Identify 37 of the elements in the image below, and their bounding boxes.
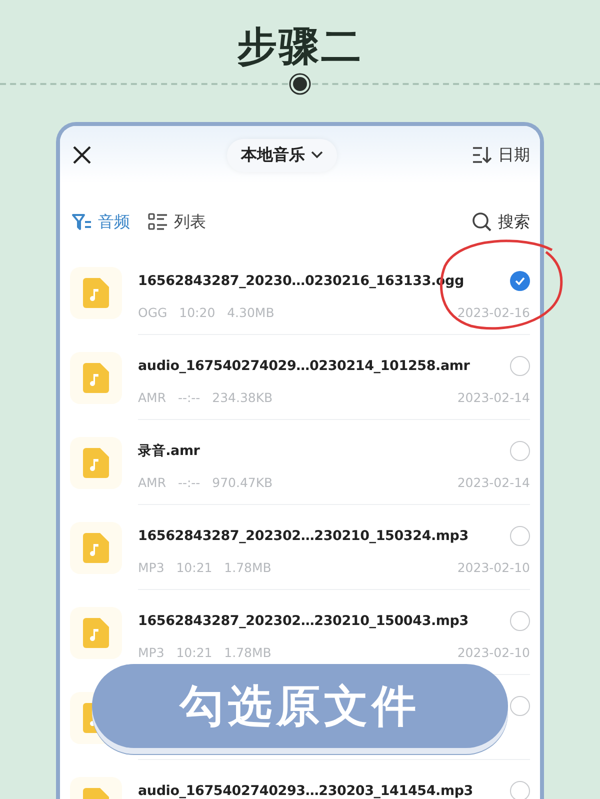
select-radio[interactable] xyxy=(510,526,530,546)
file-name: 录音.amr xyxy=(138,442,200,460)
file-meta: MP3 10:21 1.78MB xyxy=(138,560,272,575)
file-date: 2023-02-10 xyxy=(457,645,530,660)
step-heading: 步骤二 xyxy=(237,23,363,72)
view-tab[interactable]: 音频 xyxy=(72,212,130,232)
banner-text: 勾选原文件 xyxy=(180,680,420,734)
file-name: 16562843287_202302…230210_150324.mp3 xyxy=(138,528,468,544)
select-radio[interactable] xyxy=(510,611,530,631)
file-date: 2023-02-10 xyxy=(457,560,530,575)
file-meta: AMR --:-- 234.38KB xyxy=(138,390,273,405)
file-meta: AMR --:-- 970.47KB xyxy=(138,475,273,490)
file-date: 2023-02-16 xyxy=(457,305,530,320)
sort-icon xyxy=(472,146,492,164)
search-icon xyxy=(472,212,492,232)
select-radio[interactable] xyxy=(510,441,530,461)
search-button[interactable]: 搜索 xyxy=(472,212,530,232)
file-meta: OGG 10:20 4.30MB xyxy=(138,305,274,320)
chevron-down-icon xyxy=(311,151,323,159)
file-date: 2023-02-14 xyxy=(457,475,530,490)
list-icon xyxy=(148,213,168,231)
select-radio[interactable] xyxy=(510,271,530,291)
select-radio[interactable] xyxy=(510,696,530,716)
file-meta: MP3 10:21 1.78MB xyxy=(138,645,272,660)
select-radio[interactable] xyxy=(510,356,530,376)
sort-button[interactable]: 日期 xyxy=(472,144,530,166)
file-name: 16562843287_202302…230210_150043.mp3 xyxy=(138,613,468,629)
target-dot-icon xyxy=(289,73,311,95)
close-icon[interactable] xyxy=(72,145,92,165)
file-name: audio_1675402740293…230203_141454.mp3 xyxy=(138,783,473,799)
file-name: audio_167540274029…0230214_101258.amr xyxy=(138,358,470,374)
select-radio[interactable] xyxy=(510,781,530,799)
check-icon xyxy=(515,277,525,285)
folder-dropdown[interactable]: 本地音乐 xyxy=(227,138,337,172)
view-tab[interactable]: 列表 xyxy=(148,212,206,232)
filter-icon xyxy=(72,213,92,231)
file-date: 2023-02-14 xyxy=(457,390,530,405)
